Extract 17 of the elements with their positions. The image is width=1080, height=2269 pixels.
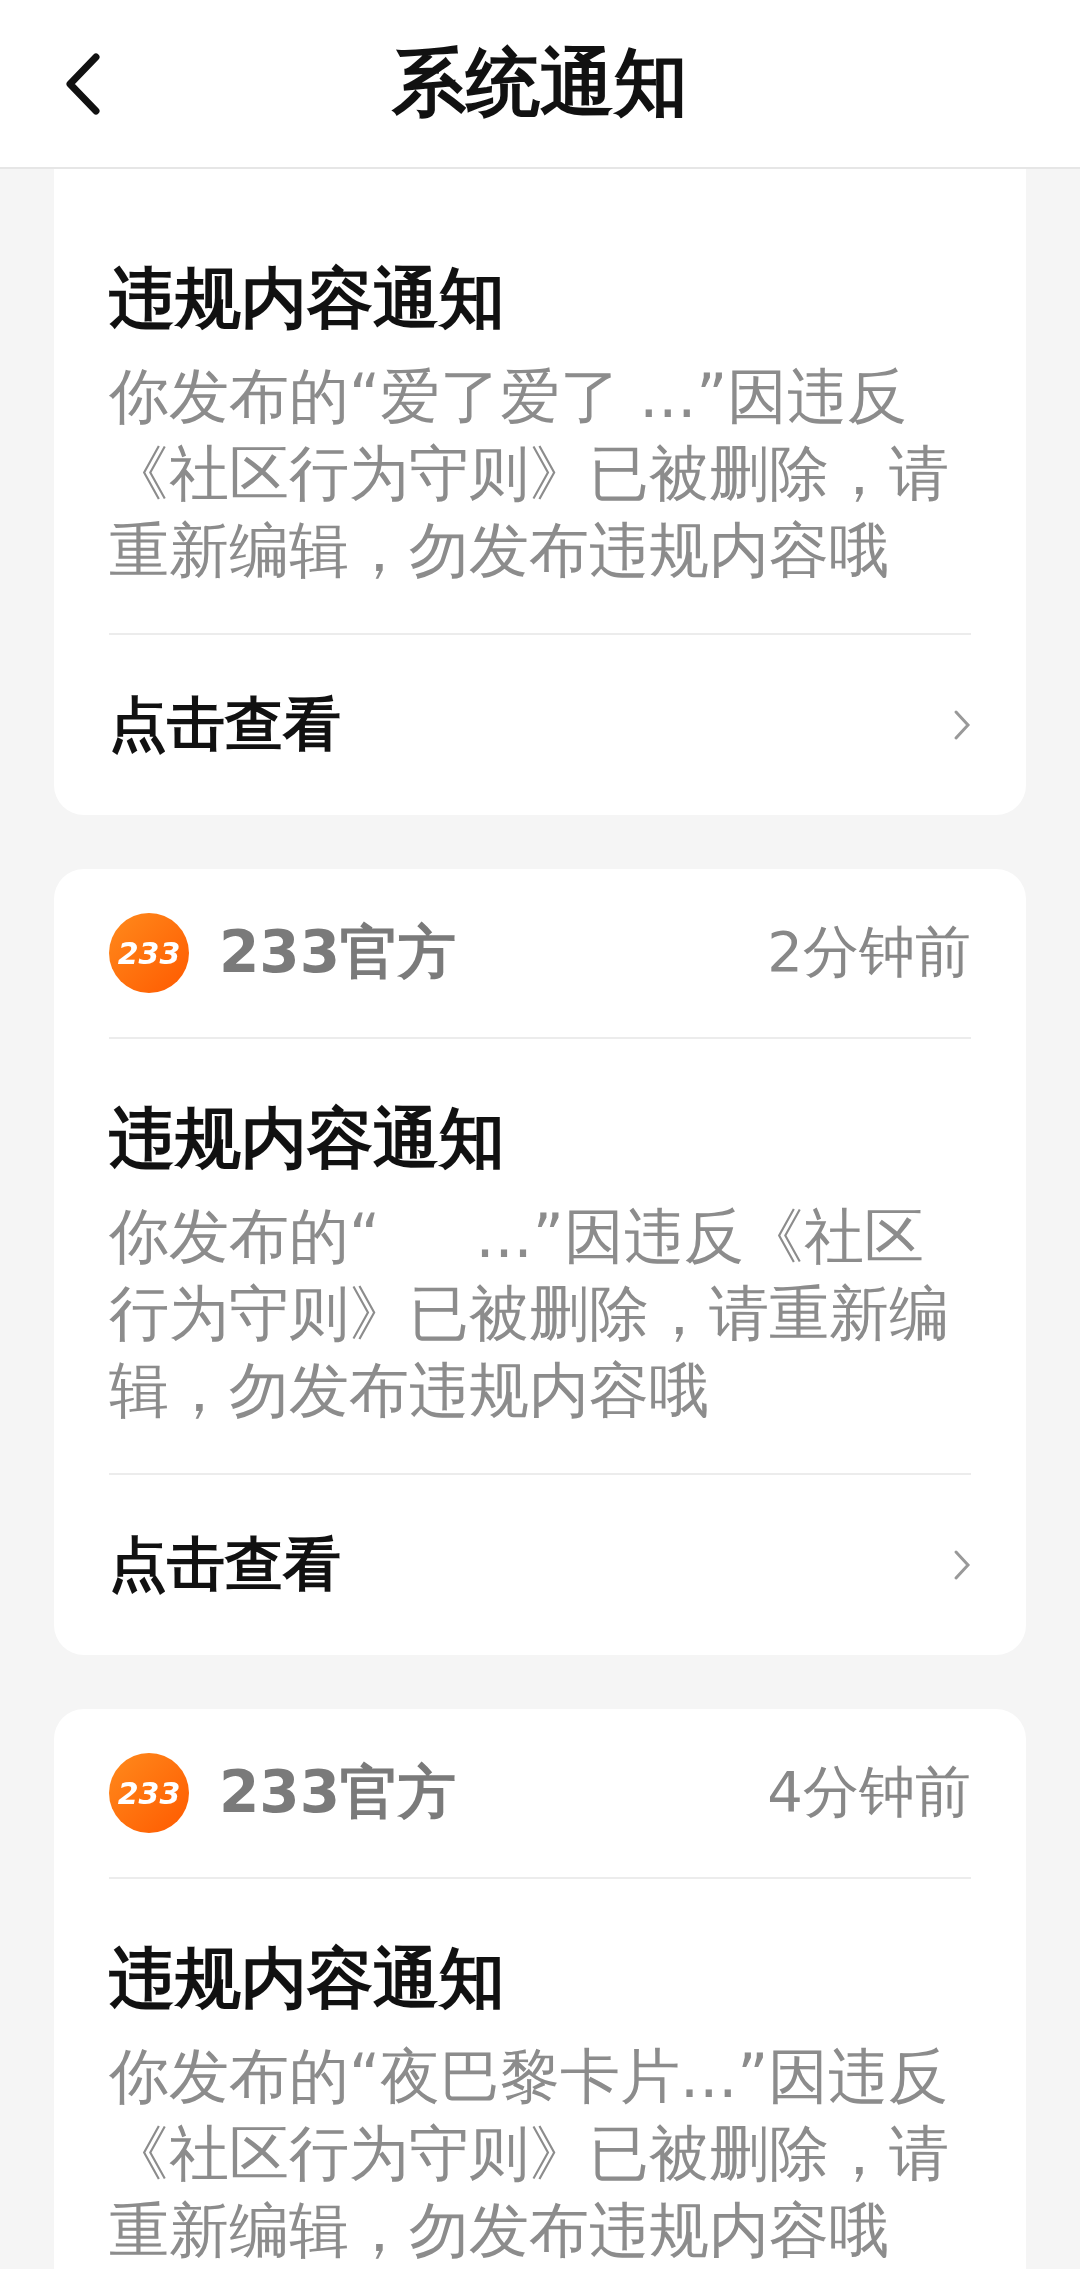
chevron-right-icon [953,709,971,741]
avatar-logo: 233 [109,1753,189,1833]
sender-name: 233官方 [219,917,458,988]
view-link[interactable]: 点击查看 [109,1526,341,1604]
notification-title: 违规内容通知 [109,1099,506,1179]
avatar-logo: 233 [109,913,189,993]
notification-text: 你发布的“ ...”因违反《社区行为守则》已被删除，请重新编辑，勿发布违规内容哦 [109,1200,950,1427]
timestamp: 2分钟前 [767,918,971,986]
notification-title: 违规内容通知 [109,259,506,339]
view-link[interactable]: 点击查看 [109,686,341,764]
timestamp: 4分钟前 [767,1758,971,1826]
sender-name: 233官方 [219,1757,458,1828]
notification-text: 你发布的“夜巴黎卡片...”因违反《社区行为守则》已被删除，请重新编辑，勿发布违规内容哦 [109,2040,950,2267]
page-title: 系统通知 [392,37,688,127]
notification-text: 你发布的“爱了爱了 ...”因违反《社区行为守则》已被删除，请重新编辑，勿发布违规内容哦 [109,360,950,587]
chevron-right-icon [953,1549,971,1581]
notification-title: 违规内容通知 [109,1939,506,2019]
